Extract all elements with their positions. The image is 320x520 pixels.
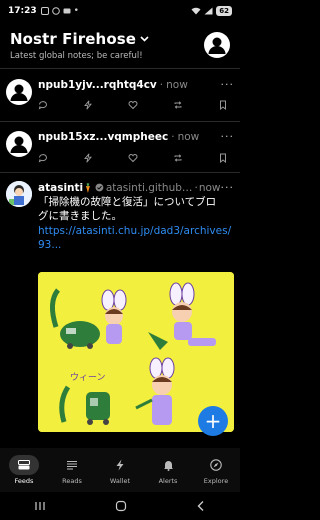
back-icon[interactable]: [196, 500, 206, 512]
repost-icon[interactable]: [173, 100, 183, 110]
feeds-icon: [9, 455, 39, 475]
separator-dot: ·: [159, 78, 164, 91]
more-options-icon[interactable]: ···: [221, 78, 235, 91]
battery-indicator: 62: [216, 6, 232, 16]
signal-icon: [204, 7, 213, 15]
note-link-line: https://atasinti.chu.jp/dad3/archives/: [38, 225, 232, 237]
note-header: npub1yjv...rqhtq4cv · now ···: [38, 78, 234, 91]
separator-dot: ·: [194, 181, 198, 194]
default-avatar-icon: [208, 37, 226, 54]
user-avatar-image: [6, 181, 32, 207]
bolt-icon: [105, 455, 135, 475]
reply-icon[interactable]: [38, 153, 48, 163]
separator-dot: ·: [171, 130, 175, 143]
image-caption-text: ウィーン: [70, 372, 106, 383]
note-text-line: グに書きました。: [38, 210, 122, 222]
default-avatar-icon: [10, 84, 28, 101]
notification-icon: [63, 8, 71, 14]
reads-icon: [57, 455, 87, 475]
default-avatar-icon: [10, 136, 28, 153]
reply-icon[interactable]: [38, 100, 48, 110]
note-time: now: [198, 181, 221, 194]
page-subtitle: Latest global notes; be careful!: [10, 51, 143, 61]
note-text-line: 「掃除機の故障と復活」についてブロ: [38, 196, 217, 208]
like-icon[interactable]: [128, 153, 138, 163]
feed-header: Nostr Firehose Latest global notes; be c…: [0, 22, 240, 68]
note-time: now: [166, 78, 188, 91]
bookmark-icon[interactable]: [218, 100, 228, 110]
author-name[interactable]: atasinti: [38, 182, 83, 194]
note-content: 「掃除機の故障と復活」についてブロ グに書きました。: [38, 195, 232, 223]
chevron-down-icon: [140, 36, 149, 42]
note-actions: [38, 100, 228, 110]
note-item[interactable]: atasinti atasinti.github.... · now ··· 「…: [0, 173, 240, 448]
note-actions: [38, 153, 228, 163]
note-time: now: [177, 130, 200, 143]
notification-icon: [40, 7, 49, 15]
nav-label: Wallet: [109, 477, 131, 485]
avatar[interactable]: [6, 131, 32, 157]
nip05-address: atasinti.github....: [105, 181, 194, 194]
nav-label: Reads: [62, 477, 82, 485]
note-item[interactable]: npub1yjv...rqhtq4cv · now ···: [0, 69, 240, 121]
author-name[interactable]: npub1yjv...rqhtq4cv: [38, 79, 157, 91]
feed-selector[interactable]: Nostr Firehose: [10, 30, 230, 48]
repost-icon[interactable]: [173, 153, 183, 163]
zap-icon[interactable]: [83, 153, 93, 163]
notification-icon: [51, 7, 60, 15]
carrot-emoji-icon: [86, 182, 91, 193]
note-header: atasinti atasinti.github.... · now ···: [38, 181, 234, 194]
recent-apps-icon[interactable]: [34, 501, 46, 511]
compass-icon: [201, 455, 231, 475]
bookmark-icon[interactable]: [218, 153, 228, 163]
page-title: Nostr Firehose: [10, 30, 137, 48]
nav-wallet[interactable]: Wallet: [98, 455, 142, 485]
nav-feeds[interactable]: Feeds: [2, 455, 46, 485]
status-notification-icons: •: [40, 6, 79, 16]
avatar[interactable]: [6, 79, 32, 105]
more-options-icon[interactable]: ···: [221, 130, 235, 143]
nav-label: Feeds: [14, 477, 34, 485]
status-bar: 17:23 • 62: [0, 0, 240, 22]
status-time: 17:23: [8, 6, 37, 16]
bottom-navigation: Feeds Reads Wallet Alerts Explore: [0, 448, 240, 492]
system-navigation-bar: [0, 492, 240, 520]
more-notifications-icon: •: [73, 6, 79, 16]
home-icon[interactable]: [115, 500, 127, 512]
nav-reads[interactable]: Reads: [50, 455, 94, 485]
author-name[interactable]: npub15xz...vqmpheec: [38, 131, 168, 143]
verified-badge-icon: [95, 183, 104, 192]
avatar[interactable]: [6, 181, 32, 207]
note-link-line: 93...: [38, 239, 62, 251]
like-icon[interactable]: [128, 100, 138, 110]
bell-icon: [153, 455, 183, 475]
nav-label: Alerts: [158, 477, 178, 485]
nav-label: Explore: [203, 477, 229, 485]
compose-note-button[interactable]: +: [198, 406, 228, 436]
profile-avatar-button[interactable]: [204, 32, 230, 58]
status-right: 62: [191, 6, 232, 16]
note-header: npub15xz...vqmpheec · now ···: [38, 130, 234, 143]
nav-alerts[interactable]: Alerts: [146, 455, 190, 485]
wifi-icon: [191, 7, 201, 15]
more-options-icon[interactable]: ···: [221, 181, 235, 194]
note-item[interactable]: npub15xz...vqmpheec · now ···: [0, 122, 240, 172]
nav-explore[interactable]: Explore: [194, 455, 238, 485]
note-link[interactable]: https://atasinti.chu.jp/dad3/archives/ 9…: [38, 224, 232, 252]
zap-icon[interactable]: [83, 100, 93, 110]
plus-icon: +: [204, 409, 222, 433]
